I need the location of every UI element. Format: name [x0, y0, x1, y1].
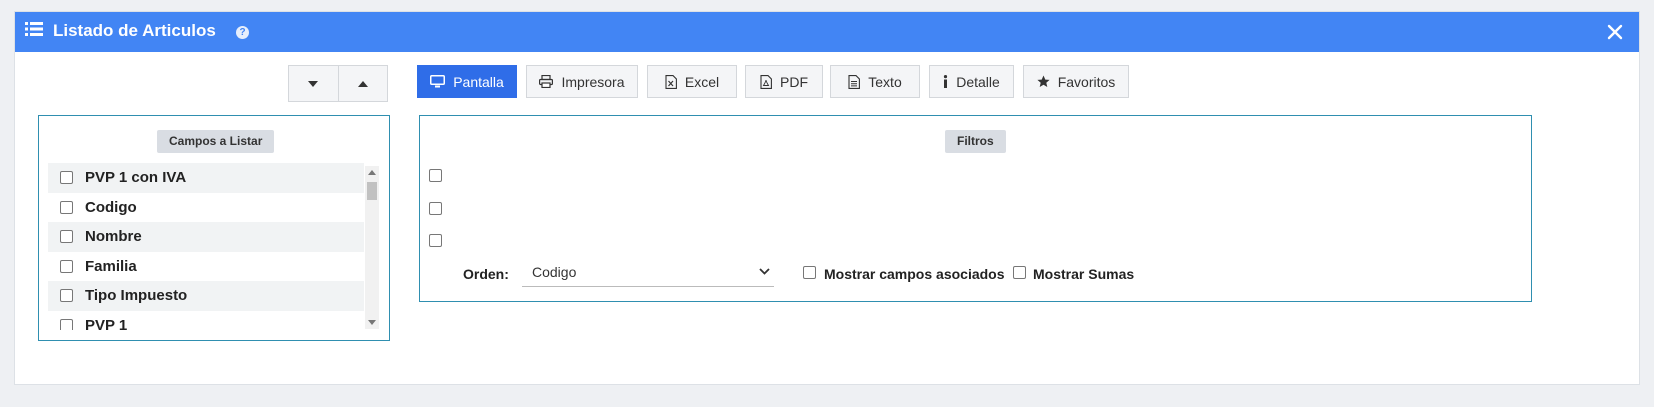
- field-checkbox[interactable]: [60, 200, 73, 214]
- filter-checkbox-3[interactable]: [429, 234, 442, 247]
- mostrar-sumas-checkbox[interactable]: [1013, 266, 1026, 279]
- field-label: Codigo: [85, 198, 137, 216]
- list-item[interactable]: PVP 1 con IVA: [48, 163, 364, 193]
- field-label: Nombre: [85, 228, 142, 246]
- filtros-panel: Filtros Orden: Codigo Mostrar campos aso…: [419, 115, 1532, 302]
- close-icon[interactable]: [1605, 22, 1625, 42]
- mostrar-campos-label: Mostrar campos asociados: [824, 266, 1005, 282]
- pantalla-label: Pantalla: [453, 73, 504, 90]
- impresora-label: Impresora: [561, 73, 625, 90]
- pdf-label: PDF: [780, 73, 808, 90]
- text-file-icon: [848, 74, 861, 89]
- list-item[interactable]: PVP 1: [48, 311, 364, 330]
- favoritos-label: Favoritos: [1057, 73, 1116, 90]
- info-icon: [944, 75, 948, 88]
- list-item[interactable]: Nombre: [48, 222, 364, 252]
- filter-checkbox-1[interactable]: [429, 169, 442, 182]
- field-checkbox[interactable]: [60, 230, 73, 244]
- printer-icon: [539, 75, 554, 88]
- caret-up-icon: [357, 80, 368, 87]
- caret-down-icon: [308, 80, 319, 87]
- filtros-header: Filtros: [945, 130, 1006, 153]
- field-checkbox[interactable]: [60, 171, 73, 185]
- move-down-button[interactable]: [289, 66, 338, 101]
- campos-panel: Campos a Listar PVP 1 con IVA Codigo Nom…: [38, 115, 390, 341]
- window-title: Listado de Articulos: [53, 21, 216, 40]
- list-item[interactable]: Tipo Impuesto: [48, 281, 364, 311]
- texto-button[interactable]: Texto: [830, 65, 920, 98]
- mostrar-campos-checkbox[interactable]: [803, 266, 816, 279]
- help-icon[interactable]: ?: [236, 26, 249, 39]
- detalle-button[interactable]: Detalle: [929, 65, 1014, 98]
- field-label: Familia: [85, 257, 137, 275]
- orden-value: Codigo: [532, 264, 577, 280]
- texto-label: Texto: [868, 73, 902, 90]
- list-icon: [25, 22, 43, 36]
- star-icon: [1037, 75, 1050, 87]
- impresora-button[interactable]: Impresora: [526, 65, 638, 98]
- field-checkbox[interactable]: [60, 318, 73, 330]
- scroll-thumb[interactable]: [367, 182, 377, 200]
- campos-scrollbar[interactable]: [365, 166, 379, 329]
- list-item[interactable]: Familia: [48, 252, 364, 282]
- campos-header: Campos a Listar: [157, 130, 275, 153]
- list-item[interactable]: Codigo: [48, 193, 364, 223]
- field-checkbox[interactable]: [60, 259, 73, 273]
- sort-button-group: [288, 65, 388, 102]
- orden-select[interactable]: Codigo: [522, 260, 774, 287]
- scroll-down-arrow-icon[interactable]: [368, 320, 376, 325]
- excel-file-icon: [665, 74, 677, 89]
- campos-list: PVP 1 con IVA Codigo Nombre Familia Tipo…: [48, 163, 364, 330]
- excel-label: Excel: [684, 73, 720, 90]
- filter-checkbox-2[interactable]: [429, 202, 442, 215]
- mostrar-sumas-label: Mostrar Sumas: [1033, 266, 1135, 282]
- listado-articulos-window: Listado de Articulos ? Pantalla Impresor…: [14, 11, 1640, 385]
- field-label: PVP 1: [85, 316, 128, 330]
- orden-label: Orden:: [463, 266, 509, 282]
- excel-button[interactable]: Excel: [647, 65, 737, 98]
- field-label: PVP 1 con IVA: [85, 169, 187, 187]
- detalle-label: Detalle: [956, 73, 1000, 90]
- pantalla-button[interactable]: Pantalla: [417, 65, 517, 98]
- favoritos-button[interactable]: Favoritos: [1023, 65, 1129, 98]
- scroll-up-arrow-icon[interactable]: [368, 170, 376, 175]
- field-checkbox[interactable]: [60, 289, 73, 303]
- chevron-down-icon: [759, 268, 770, 275]
- move-up-button[interactable]: [337, 66, 388, 101]
- field-label: Tipo Impuesto: [85, 287, 188, 305]
- pdf-file-icon: [760, 74, 772, 89]
- monitor-icon: [430, 75, 446, 88]
- title-bar: Listado de Articulos ?: [15, 12, 1639, 52]
- pdf-button[interactable]: PDF: [745, 65, 823, 98]
